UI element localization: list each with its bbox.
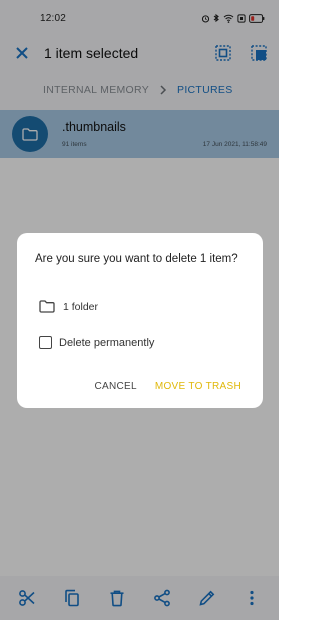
delete-summary: 1 folder — [39, 300, 98, 313]
delete-permanently-option[interactable]: Delete permanently — [39, 336, 154, 349]
delete-permanently-label: Delete permanently — [59, 336, 155, 349]
delete-summary-label: 1 folder — [63, 300, 99, 313]
folder-icon — [39, 300, 55, 313]
cancel-button[interactable]: CANCEL — [94, 381, 136, 392]
dialog-actions: CANCEL MOVE TO TRASH — [94, 381, 241, 392]
delete-confirm-dialog: Are you sure you want to delete 1 item? … — [17, 233, 263, 408]
dialog-message: Are you sure you want to delete 1 item? — [35, 253, 238, 265]
move-to-trash-button[interactable]: MOVE TO TRASH — [155, 381, 241, 392]
delete-permanently-checkbox[interactable] — [39, 336, 52, 349]
file-manager-screen: 12:02 1 item selected INTERNAL MEMORY PI… — [0, 0, 279, 620]
